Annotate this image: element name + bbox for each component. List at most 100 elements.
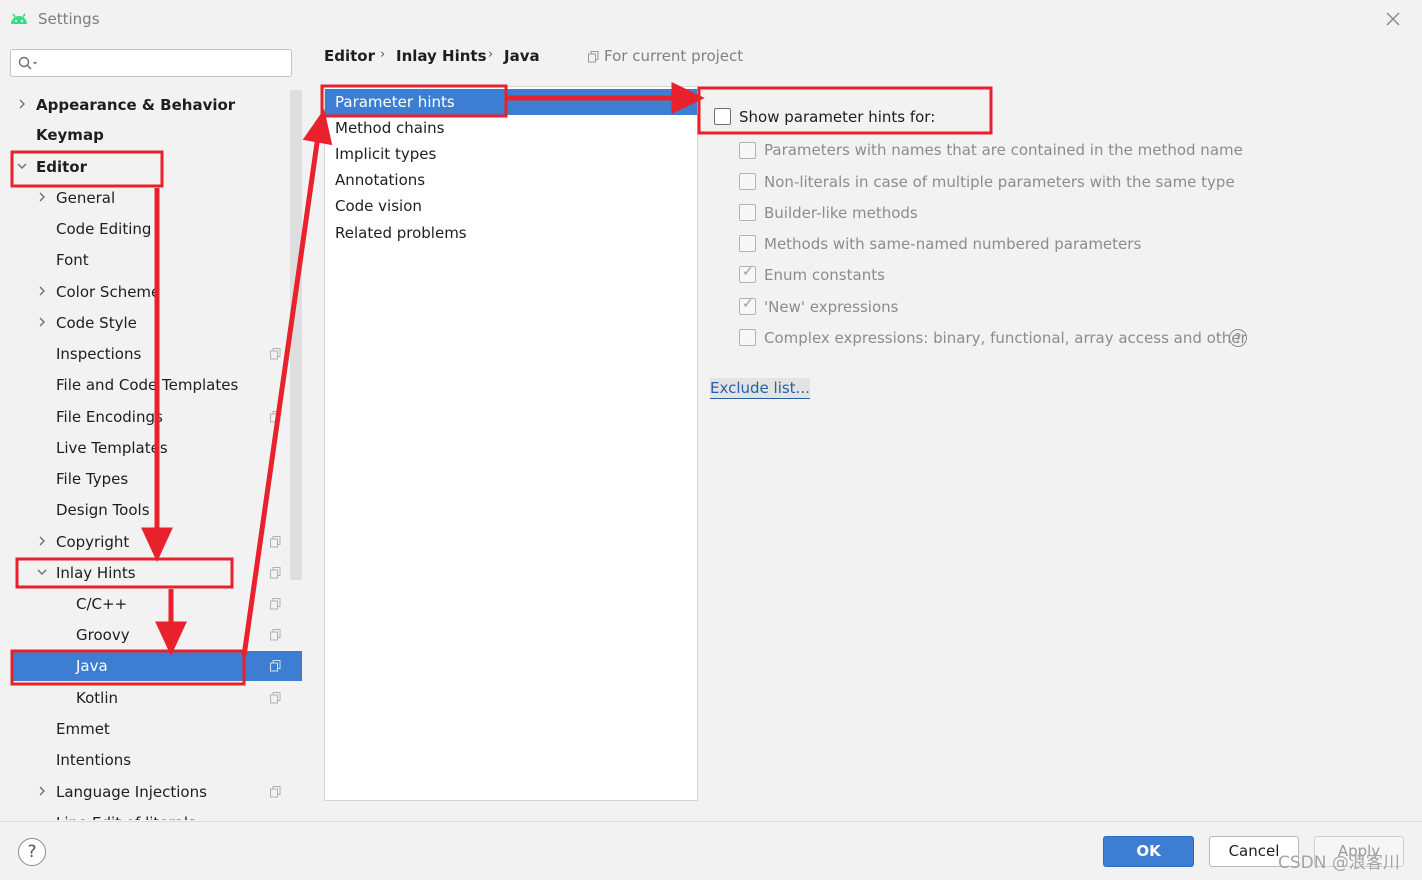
tree-item-label: Intentions (56, 751, 132, 769)
scope-label: For current project (604, 47, 744, 65)
tree-item-label: Code Style (56, 314, 137, 332)
tree-item-kotlin[interactable]: Kotlin (0, 683, 302, 713)
tree-item-inlay-hints[interactable]: Inlay Hints (0, 558, 302, 588)
option-checkbox[interactable] (739, 142, 756, 159)
breadcrumb-inlay-hints[interactable]: Inlay Hints (396, 47, 487, 65)
list-item-annotations[interactable]: Annotations (325, 167, 697, 193)
tree-item-java[interactable]: Java (12, 651, 302, 681)
tree-item-keymap[interactable]: Keymap (0, 120, 302, 150)
chevron-right-icon[interactable] (36, 535, 48, 547)
chevron-right-icon[interactable] (36, 316, 48, 328)
tree-item-design-tools[interactable]: Design Tools (0, 495, 302, 525)
tree-item-editor[interactable]: Editor (0, 152, 302, 182)
exclude-list-link[interactable]: Exclude list... (710, 378, 810, 399)
chevron-down-icon[interactable] (16, 160, 28, 172)
project-scope-icon (270, 660, 281, 672)
tree-item-emmet[interactable]: Emmet (0, 714, 302, 744)
tree-item-label: Design Tools (56, 501, 150, 519)
tree-item-c-c[interactable]: C/C++ (0, 589, 302, 619)
tree-item-label: General (56, 189, 116, 207)
chevron-right-icon[interactable] (36, 785, 48, 797)
tree-item-label: Appearance & Behavior (36, 96, 236, 114)
project-scope-icon (270, 348, 281, 360)
option-label: 'New' expressions (764, 298, 899, 316)
tree-item-label: Language Injections (56, 783, 207, 801)
option-checkbox[interactable] (739, 329, 756, 346)
breadcrumb-separator-icon: › (380, 47, 386, 62)
project-scope-icon (270, 536, 281, 548)
tree-item-code-style[interactable]: Code Style (0, 308, 302, 338)
tree-item-label: Keymap (36, 126, 104, 144)
breadcrumb-separator-icon: › (488, 47, 494, 62)
tree-item-file-types[interactable]: File Types (0, 464, 302, 494)
watermark: CSDN @浪客川 (1278, 853, 1400, 873)
settings-search-input[interactable] (10, 49, 292, 77)
option-checkbox-checked[interactable]: ✓ (739, 296, 756, 315)
tree-item-file-encodings[interactable]: File Encodings (0, 402, 302, 432)
breadcrumb-editor[interactable]: Editor (324, 47, 375, 65)
option-label: Complex expressions: binary, functional,… (764, 329, 1247, 347)
tree-scrollbar[interactable] (290, 90, 302, 580)
tree-item-appearance-behavior[interactable]: Appearance & Behavior (0, 90, 302, 120)
option-checkbox-checked[interactable]: ✓ (739, 264, 756, 283)
tree-item-inspections[interactable]: Inspections (0, 339, 302, 369)
tree-item-intentions[interactable]: Intentions (0, 745, 302, 775)
tree-item-label: Kotlin (76, 689, 118, 707)
list-item-code-vision[interactable]: Code vision (325, 193, 697, 219)
option-label: Parameters with names that are contained… (764, 141, 1243, 159)
title-bar: Settings (0, 0, 1422, 38)
chevron-down-icon[interactable] (36, 566, 48, 578)
tree-item-label: Copyright (56, 533, 130, 551)
tree-item-label: Inspections (56, 345, 142, 363)
tree-item-color-scheme[interactable]: Color Scheme (0, 277, 302, 307)
project-scope-icon (270, 629, 281, 641)
tree-item-general[interactable]: General (0, 183, 302, 213)
search-icon (18, 56, 37, 70)
tree-item-code-editing[interactable]: Code Editing (0, 214, 302, 244)
tree-item-groovy[interactable]: Groovy (0, 620, 302, 650)
ok-button[interactable]: OK (1103, 836, 1194, 867)
help-button[interactable]: ? (18, 838, 46, 866)
option-checkbox[interactable] (739, 173, 756, 190)
project-scope-icon (270, 692, 281, 704)
help-icon[interactable]: ? (1229, 329, 1247, 347)
tree-item-label: Color Scheme (56, 283, 161, 301)
breadcrumb-java: Java (504, 47, 540, 65)
project-scope-icon (588, 51, 599, 63)
list-item-related-problems[interactable]: Related problems (325, 220, 697, 246)
show-parameter-hints-label: Show parameter hints for: (739, 108, 936, 126)
option-label: Builder-like methods (764, 204, 918, 222)
project-scope-icon (270, 598, 281, 610)
tree-item-label: File and Code Templates (56, 376, 239, 394)
list-item-method-chains[interactable]: Method chains (325, 115, 697, 141)
tree-item-file-and-code-templates[interactable]: File and Code Templates (0, 370, 302, 400)
option-checkbox[interactable] (739, 235, 756, 252)
option-label: Non-literals in case of multiple paramet… (764, 173, 1235, 191)
list-item-implicit-types[interactable]: Implicit types (325, 141, 697, 167)
android-icon (11, 13, 27, 24)
tree-item-label: Emmet (56, 720, 110, 738)
tree-item-copyright[interactable]: Copyright (0, 527, 302, 557)
tree-item-label: Groovy (76, 626, 130, 644)
tree-item-language-injections[interactable]: Language Injections (0, 777, 302, 807)
list-item-parameter-hints[interactable]: Parameter hints (325, 89, 697, 115)
chevron-right-icon[interactable] (16, 98, 28, 110)
settings-tree: Appearance & Behavior Keymap Editor General… (0, 90, 302, 820)
tree-item-label: C/C++ (76, 595, 128, 613)
close-icon[interactable] (1384, 10, 1402, 28)
checkmark-icon: ✓ (742, 264, 754, 280)
hint-type-list: Parameter hints Method chains Implicit t… (324, 86, 698, 801)
window-title: Settings (38, 10, 100, 28)
tree-item-label: Live Templates (56, 439, 168, 457)
tree-item-label: Line Edit of literals (56, 808, 196, 820)
tree-item-live-templates[interactable]: Live Templates (0, 433, 302, 463)
tree-item-line-edit-of-literals[interactable]: Line Edit of literals (0, 808, 302, 820)
show-parameter-hints-checkbox[interactable] (714, 108, 731, 125)
option-label: Enum constants (764, 266, 885, 284)
tree-item-label: Editor (36, 158, 87, 176)
chevron-right-icon[interactable] (36, 191, 48, 203)
option-checkbox[interactable] (739, 204, 756, 221)
tree-item-font[interactable]: Font (0, 245, 302, 275)
project-scope-icon (270, 411, 281, 423)
chevron-right-icon[interactable] (36, 285, 48, 297)
